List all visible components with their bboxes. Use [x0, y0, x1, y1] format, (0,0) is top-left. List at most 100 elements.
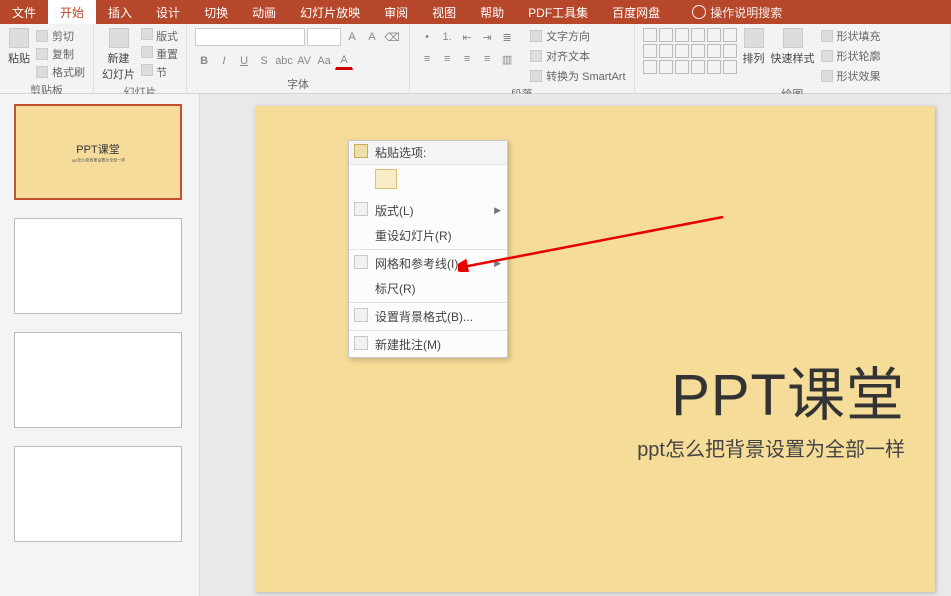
outline-icon [821, 50, 833, 62]
new-slide-icon [109, 28, 129, 48]
tab-review[interactable]: 审阅 [372, 0, 420, 24]
shape-cell[interactable] [723, 44, 737, 58]
ctx-layout[interactable]: 版式(L)▶ [349, 198, 507, 223]
italic-button[interactable]: I [215, 52, 233, 70]
font-size-input[interactable] [307, 28, 341, 46]
thumbnail-slide-3[interactable] [14, 332, 182, 428]
align-right-button[interactable]: ≡ [458, 50, 476, 68]
copy-button[interactable]: 复制 [36, 46, 85, 62]
tab-baidu[interactable]: 百度网盘 [600, 0, 672, 24]
cut-icon [36, 30, 48, 42]
shape-cell[interactable] [643, 60, 657, 74]
reset-button[interactable]: 重置 [141, 46, 178, 62]
underline-button[interactable]: U [235, 52, 253, 70]
indent-dec-button[interactable]: ⇤ [458, 28, 476, 46]
quick-styles-button[interactable]: 快速样式 [771, 28, 815, 66]
cut-button[interactable]: 剪切 [36, 28, 85, 44]
indent-inc-button[interactable]: ⇥ [478, 28, 496, 46]
tab-animations[interactable]: 动画 [240, 0, 288, 24]
shape-cell[interactable] [643, 44, 657, 58]
format-painter-button[interactable]: 格式刷 [36, 64, 85, 80]
shape-cell[interactable] [691, 28, 705, 42]
ctx-grid-guides[interactable]: 网格和参考线(I)...▶ [349, 251, 507, 276]
shadow-button[interactable]: abc [275, 52, 293, 70]
case-button[interactable]: Aa [315, 52, 333, 70]
shape-outline-button[interactable]: 形状轮廓 [821, 48, 881, 64]
separator [349, 302, 507, 303]
tab-help[interactable]: 帮助 [468, 0, 516, 24]
new-slide-label: 新建 幻灯片 [102, 50, 135, 82]
font-color-button[interactable]: A [335, 52, 353, 70]
align-left-button[interactable]: ≡ [418, 50, 436, 68]
group-slides: 新建 幻灯片 版式 重置 节 幻灯片 [94, 24, 187, 93]
shapes-gallery[interactable] [643, 28, 737, 74]
shape-cell[interactable] [659, 60, 673, 74]
shape-cell[interactable] [691, 60, 705, 74]
ctx-new-comment[interactable]: 新建批注(M) [349, 332, 507, 357]
slide-subtitle[interactable]: ppt怎么把背景设置为全部一样 [637, 433, 905, 462]
shape-cell[interactable] [723, 60, 737, 74]
line-spacing-button[interactable]: ≣ [498, 28, 516, 46]
columns-button[interactable]: ▥ [498, 50, 516, 68]
layout-button[interactable]: 版式 [141, 28, 178, 44]
justify-button[interactable]: ≡ [478, 50, 496, 68]
fill-icon [821, 30, 833, 42]
shape-cell[interactable] [675, 60, 689, 74]
strike-button[interactable]: S [255, 52, 273, 70]
paste-option-icon[interactable] [375, 169, 397, 189]
align-text-button[interactable]: 对齐文本 [530, 48, 625, 64]
smartart-button[interactable]: 转换为 SmartArt [530, 68, 625, 84]
tab-home[interactable]: 开始 [48, 0, 96, 24]
new-slide-button[interactable]: 新建 幻灯片 [102, 28, 135, 82]
group-drawing: 排列 快速样式 形状填充 形状轮廓 形状效果 绘图 [635, 24, 951, 93]
shape-effects-button[interactable]: 形状效果 [821, 68, 881, 84]
tab-slideshow[interactable]: 幻灯片放映 [288, 0, 372, 24]
decrease-font-button[interactable]: A [363, 28, 381, 46]
shape-cell[interactable] [675, 44, 689, 58]
increase-font-button[interactable]: A [343, 28, 361, 46]
shape-cell[interactable] [707, 28, 721, 42]
spacing-button[interactable]: AV [295, 52, 313, 70]
tell-me-search[interactable]: 操作说明搜索 [692, 4, 782, 21]
shape-cell[interactable] [659, 44, 673, 58]
clear-format-button[interactable]: ⌫ [383, 28, 401, 46]
shape-fill-button[interactable]: 形状填充 [821, 28, 881, 44]
separator [349, 330, 507, 331]
section-button[interactable]: 节 [141, 64, 178, 80]
group-paragraph: • 1. ⇤ ⇥ ≣ ≡ ≡ ≡ ≡ ▥ 文字方向 对齐文本 转换为 Smart… [410, 24, 634, 93]
ctx-format-background[interactable]: 设置背景格式(B)... [349, 304, 507, 329]
slide-canvas-area[interactable]: PPT课堂 ppt怎么把背景设置为全部一样 [200, 94, 951, 596]
tab-insert[interactable]: 插入 [96, 0, 144, 24]
shape-cell[interactable] [675, 28, 689, 42]
paste-button[interactable]: 粘贴 [8, 28, 30, 66]
shape-cell[interactable] [707, 44, 721, 58]
ctx-reset-slide[interactable]: 重设幻灯片(R) [349, 223, 507, 248]
tab-transitions[interactable]: 切换 [192, 0, 240, 24]
align-center-button[interactable]: ≡ [438, 50, 456, 68]
layout-icon [354, 202, 368, 216]
shape-cell[interactable] [723, 28, 737, 42]
shape-cell[interactable] [659, 28, 673, 42]
font-family-input[interactable] [195, 28, 305, 46]
bold-button[interactable]: B [195, 52, 213, 70]
numbering-button[interactable]: 1. [438, 28, 456, 46]
shape-cell[interactable] [643, 28, 657, 42]
slide-title[interactable]: PPT课堂 [671, 348, 905, 432]
smartart-icon [530, 70, 542, 82]
tell-me-label: 操作说明搜索 [710, 4, 782, 21]
tab-file[interactable]: 文件 [0, 0, 48, 24]
arrange-button[interactable]: 排列 [743, 28, 765, 66]
text-direction-button[interactable]: 文字方向 [530, 28, 625, 44]
tab-design[interactable]: 设计 [144, 0, 192, 24]
shape-cell[interactable] [707, 60, 721, 74]
tab-pdf[interactable]: PDF工具集 [516, 0, 600, 24]
thumbnail-slide-1[interactable]: PPT课堂 ppt怎么把背景设置为全部一样 [14, 104, 182, 200]
textdir-icon [530, 30, 542, 42]
thumbnail-slide-2[interactable] [14, 218, 182, 314]
tab-view[interactable]: 视图 [420, 0, 468, 24]
bullets-button[interactable]: • [418, 28, 436, 46]
shape-cell[interactable] [691, 44, 705, 58]
slide-thumbnails-panel[interactable]: PPT课堂 ppt怎么把背景设置为全部一样 [0, 94, 200, 596]
thumbnail-slide-4[interactable] [14, 446, 182, 542]
ctx-ruler[interactable]: 标尺(R) [349, 276, 507, 301]
